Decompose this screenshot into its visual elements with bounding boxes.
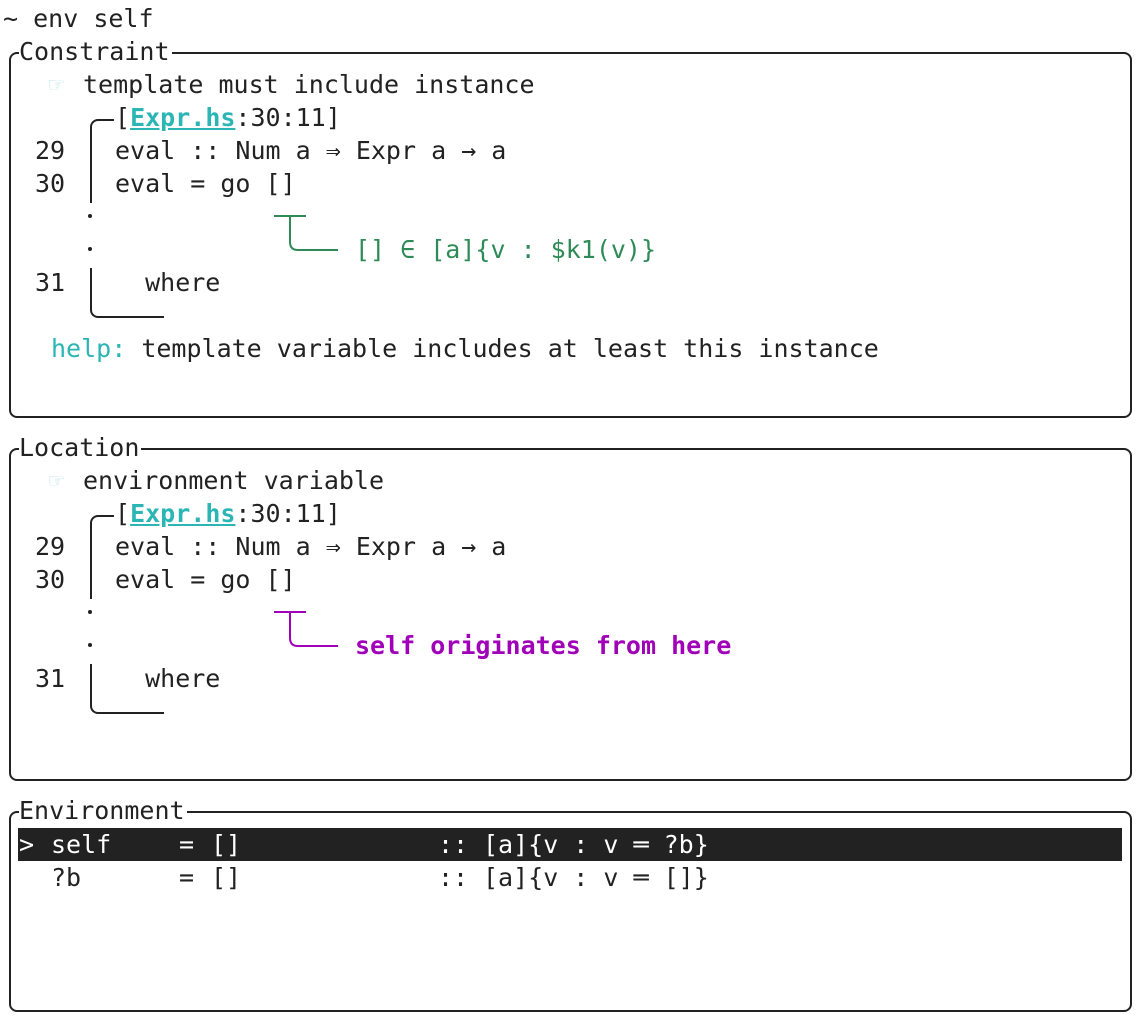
code-bracket-bottom [90, 268, 164, 318]
line-number: 30 [35, 169, 66, 198]
env-sep: :: [438, 863, 469, 892]
code-bracket-top [90, 119, 114, 203]
line-number: 29 [35, 136, 66, 165]
file-link[interactable]: Expr.hs [130, 103, 235, 132]
line-number: 30 [35, 565, 66, 594]
annotation-pointer [274, 611, 338, 647]
prompt-symbol: ~ [3, 4, 19, 33]
env-eq: = [179, 863, 195, 892]
location-annotation: self originates from here [355, 631, 732, 660]
env-value: [] [211, 863, 242, 892]
help-label: help: [51, 334, 127, 363]
ellipsis-dot [88, 610, 92, 614]
code-line: eval :: Num a ⇒ Expr a → a [115, 136, 507, 165]
pointing-hand-icon: ☞ [49, 70, 65, 99]
constraint-message: template must include instance [83, 70, 535, 99]
line-number: 31 [35, 268, 66, 297]
location-title: Location [19, 431, 142, 464]
command-prompt: ~ env self [3, 2, 154, 35]
command-text: env self [33, 4, 154, 33]
annotation-pointer [274, 215, 338, 251]
env-type: [a]{v : v ═ []} [483, 863, 709, 892]
env-name: ?b [51, 863, 82, 892]
code-line: eval = go [] [115, 565, 296, 594]
line-number: 29 [35, 532, 66, 561]
environment-title: Environment [19, 794, 187, 827]
help-text: help: template variable includes at leas… [51, 334, 879, 363]
source-location: [Expr.hs:30:11] [115, 103, 341, 132]
line-number: 31 [35, 664, 66, 693]
constraint-annotation: [] ∈ [a]{v : $k1(v)} [355, 235, 657, 264]
ellipsis-dot [88, 214, 92, 218]
env-sep: :: [438, 830, 469, 859]
code-line: eval = go [] [115, 169, 296, 198]
env-row-selected[interactable]: > self = [] :: [a]{v : v ═ ?b} [18, 828, 1122, 861]
env-name: self [51, 830, 112, 859]
selection-marker: > [19, 830, 35, 859]
code-bracket-top [90, 515, 114, 599]
constraint-title: Constraint [19, 35, 172, 68]
env-type: [a]{v : v ═ ?b} [483, 830, 709, 859]
source-location: [Expr.hs:30:11] [115, 499, 341, 528]
location-message: environment variable [83, 466, 385, 495]
ellipsis-dot [88, 247, 92, 251]
env-value: [] [211, 830, 242, 859]
ellipsis-dot [88, 643, 92, 647]
code-bracket-bottom [90, 664, 164, 714]
file-link[interactable]: Expr.hs [130, 499, 235, 528]
pointing-hand-icon: ☞ [49, 466, 65, 495]
env-eq: = [179, 830, 195, 859]
env-row[interactable]: ?b = [] :: [a]{v : v ═ []} [18, 861, 1122, 894]
code-line: eval :: Num a ⇒ Expr a → a [115, 532, 507, 561]
